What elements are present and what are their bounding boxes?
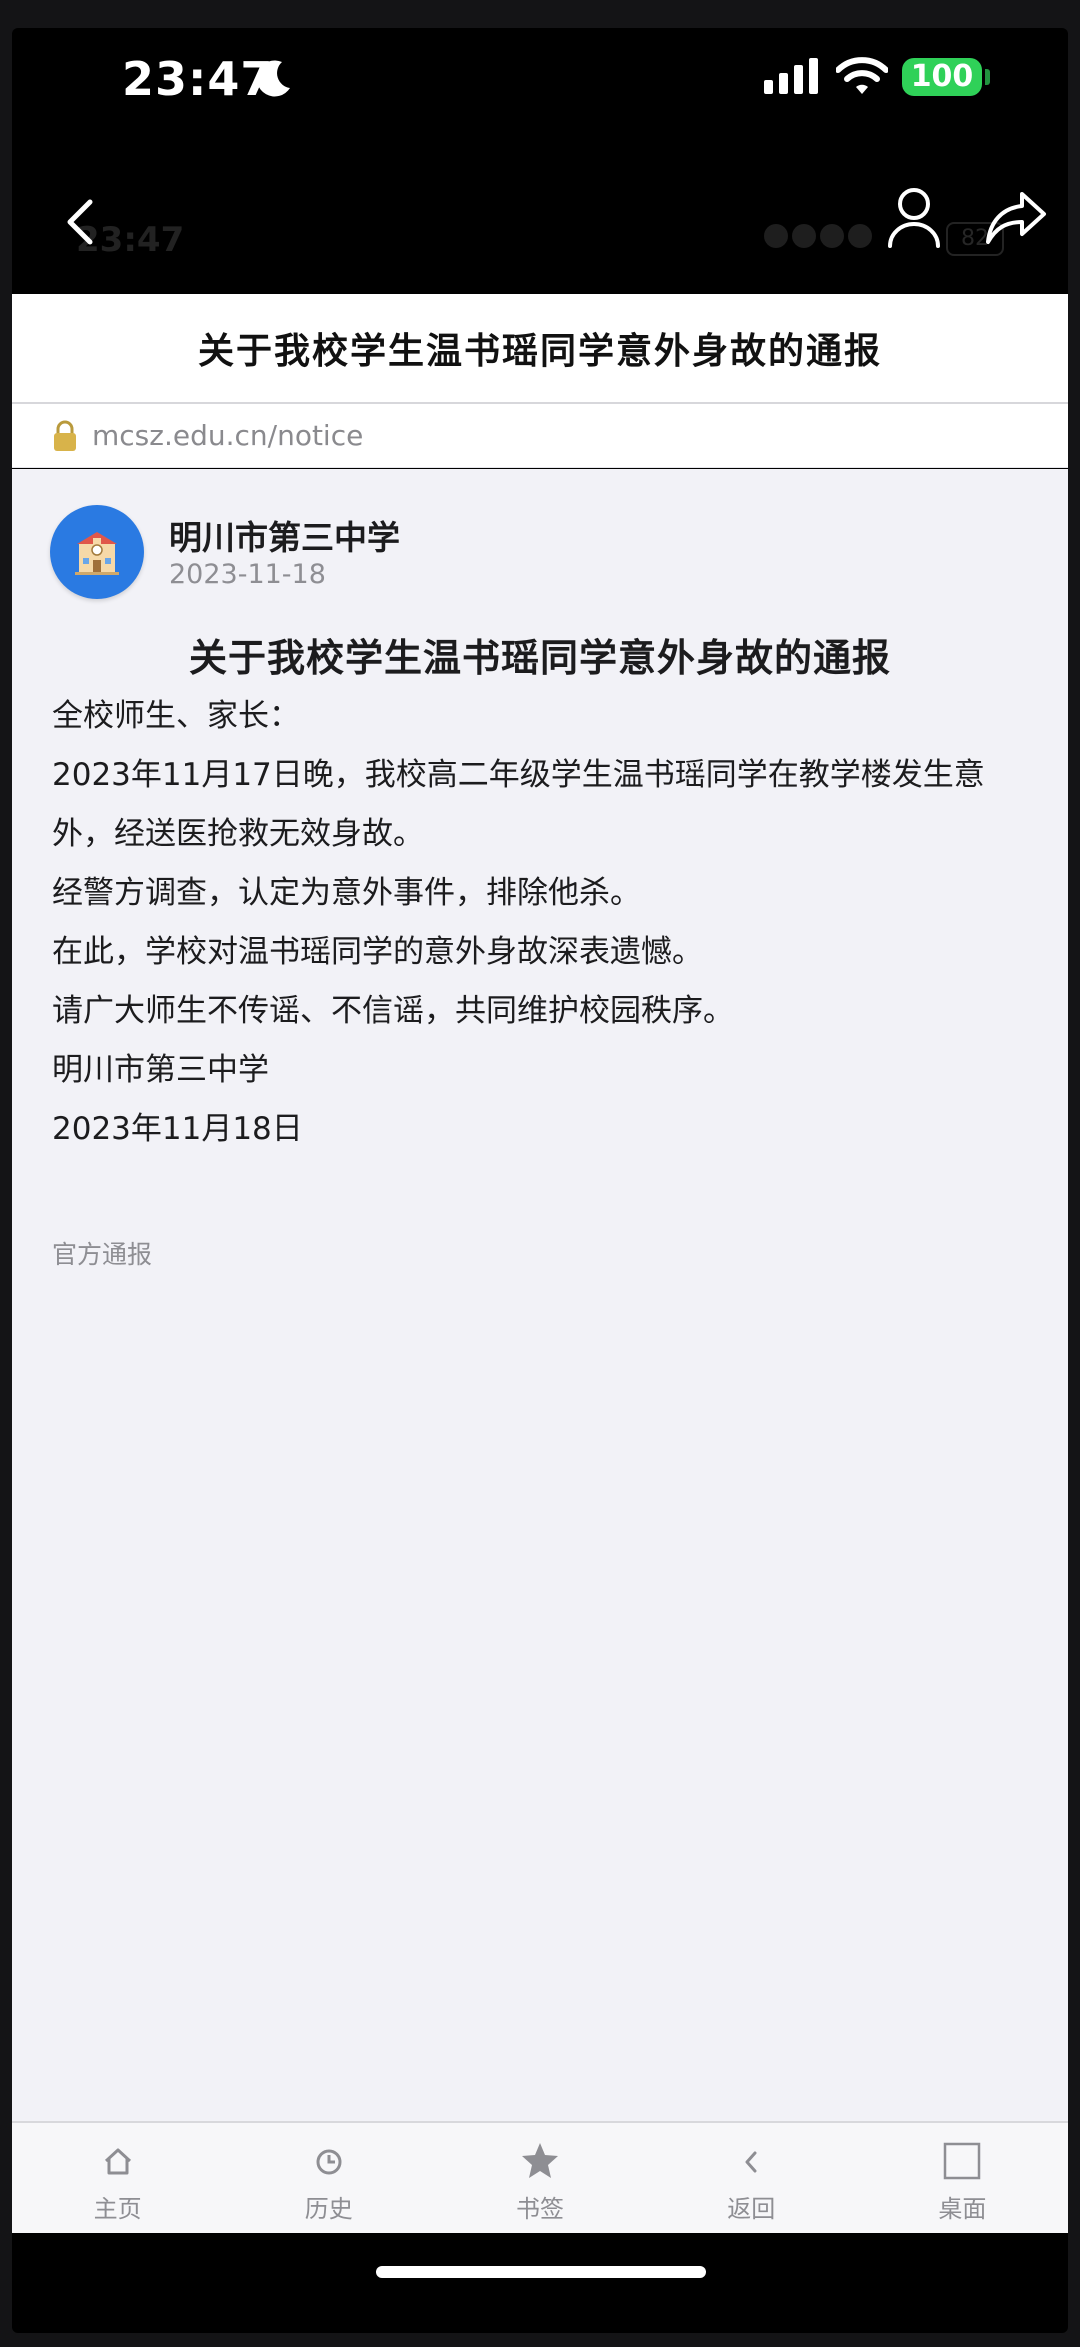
body-paragraph: 在此，学校对温书瑶同学的意外身故深表遗憾。: [52, 934, 703, 970]
body-paragraph: 请广大师生不传谣、不信谣，共同维护校园秩序。: [52, 993, 734, 1029]
toolbar-back-label: 返回: [727, 2195, 776, 2223]
page-title-bar: 关于我校学生温书瑶同学意外身故的通报: [12, 294, 1068, 404]
url-bar[interactable]: mcsz.edu.cn/notice: [12, 404, 1068, 468]
toolbar-home-label: 主页: [93, 2195, 142, 2223]
clock-icon: [316, 2149, 342, 2175]
toolbar-history-label: 历史: [304, 2195, 353, 2223]
home-indicator[interactable]: [376, 2266, 706, 2278]
battery-indicator: 100: [902, 58, 982, 96]
body-paragraph: 经警方调查，认定为意外事件，排除他杀。: [52, 875, 641, 911]
toolbar-back[interactable]: 返回: [646, 2123, 857, 2233]
home-icon: [104, 2148, 131, 2175]
author-name[interactable]: 明川市第三中学: [169, 511, 400, 559]
notice-title: 关于我校学生温书瑶同学意外身故的通报: [188, 636, 891, 680]
toolbar-desktop-label: 桌面: [938, 2195, 987, 2223]
body-paragraph: 全校师生、家长：: [52, 698, 300, 734]
notice-tag: 官方通报: [52, 1240, 153, 1269]
toolbar-home[interactable]: 主页: [12, 2123, 223, 2233]
notice-body: 全校师生、家长： 2023年11月17日晚，我校高二年级学生温书瑶同学在教学楼发…: [52, 687, 1042, 1159]
toolbar-bookmarks[interactable]: 书签: [434, 2123, 645, 2233]
toolbar-history[interactable]: 历史: [223, 2123, 434, 2233]
phone-screen: 23:47 100 23:47 82 关于我校学生温书瑶同学意外身故的通报 mc…: [12, 28, 1068, 2333]
school-building-icon: [75, 532, 119, 575]
article-content: 明川市第三中学 2023-11-18 关于我校学生温书瑶同学意外身故的通报 全校…: [12, 469, 1068, 2121]
body-paragraph: 2023年11月18日: [52, 1111, 303, 1147]
battery-tip: [985, 69, 990, 85]
bottom-toolbar: 主页 历史 书签 返回 桌面: [12, 2121, 1068, 2233]
toolbar-bookmarks-label: 书签: [516, 2195, 564, 2223]
wifi-icon: [836, 57, 888, 94]
school-avatar[interactable]: [50, 505, 144, 599]
square-icon: [944, 2142, 981, 2180]
moon-icon: [256, 60, 290, 97]
cellular-signal-icon: [764, 58, 818, 94]
post-date: 2023-11-18: [169, 559, 326, 590]
status-time: 23:47: [122, 52, 274, 106]
page-title: 关于我校学生温书瑶同学意外身故的通报: [197, 331, 882, 372]
ghost-signal-dots: [764, 224, 876, 252]
body-paragraph: 2023年11月17日晚，我校高二年级学生温书瑶同学在教学楼发生意外，经送医抢救…: [52, 757, 985, 852]
chevron-left-icon: [745, 2151, 757, 2173]
url-text: mcsz.edu.cn/notice: [92, 419, 364, 452]
star-icon: [522, 2143, 558, 2178]
lock-icon: [54, 420, 76, 451]
toolbar-desktop[interactable]: 桌面: [857, 2123, 1068, 2233]
body-paragraph: 明川市第三中学: [52, 1052, 269, 1088]
share-icon[interactable]: [984, 188, 1048, 248]
user-profile-icon[interactable]: [884, 184, 944, 252]
back-arrow-icon[interactable]: [56, 196, 104, 248]
